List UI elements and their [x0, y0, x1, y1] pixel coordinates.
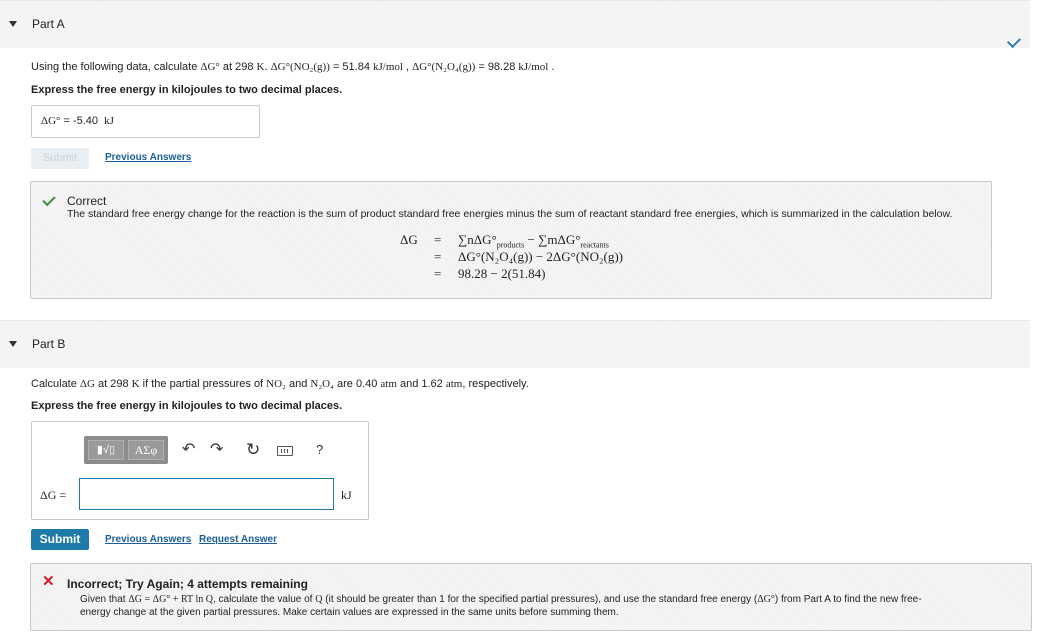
input-label: ΔG =	[40, 488, 67, 502]
delta-g-input[interactable]	[79, 478, 334, 510]
feedback-hint: Given that ΔG = ΔG° + RT ln Q, calculate…	[80, 594, 922, 618]
help-button[interactable]: ?	[316, 440, 323, 460]
collapse-triangle-icon[interactable]	[9, 341, 17, 347]
incorrect-x-icon: ✕	[42, 573, 55, 590]
part-b-feedback-incorrect: ✕ Incorrect; Try Again; 4 attempts remai…	[30, 563, 1032, 631]
toolbar-template-group: ▮√▯ ΑΣφ	[84, 436, 168, 464]
feedback-status: Incorrect; Try Again; 4 attempts remaini…	[67, 577, 308, 591]
math-toolbar: ▮√▯ ΑΣφ ↶ ↷ ↻ ?	[84, 436, 334, 464]
part-a-previous-answers-link[interactable]: Previous Answers	[105, 152, 191, 163]
part-b-question: Calculate ΔG at 298 K if the partial pre…	[31, 378, 529, 390]
reset-icon[interactable]: ↻	[246, 440, 260, 460]
part-b-submit-button[interactable]: Submit	[31, 529, 89, 550]
collapse-triangle-icon[interactable]	[9, 21, 17, 27]
undo-icon[interactable]: ↶	[182, 440, 195, 460]
math-input-panel: ▮√▯ ΑΣφ ↶ ↷ ↻ ? ΔG = kJ	[31, 421, 369, 520]
part-b-title: Part B	[32, 337, 66, 351]
part-b-header[interactable]: Part B	[0, 320, 1030, 368]
part-a-title: Part A	[32, 17, 65, 31]
part-a-question: Using the following data, calculate ΔG° …	[31, 61, 555, 73]
greek-symbols-button[interactable]: ΑΣφ	[128, 440, 164, 460]
input-unit: kJ	[341, 488, 352, 502]
completed-check-icon	[1006, 33, 1022, 49]
part-b-previous-answers-link[interactable]: Previous Answers	[105, 534, 191, 545]
part-a-instruction: Express the free energy in kilojoules to…	[31, 84, 343, 96]
redo-icon[interactable]: ↷	[210, 440, 223, 460]
feedback-status: Correct	[67, 194, 107, 208]
request-answer-link[interactable]: Request Answer	[199, 534, 277, 545]
feedback-explanation: The standard free energy change for the …	[67, 208, 953, 220]
part-a-answer-display: ΔG° = -5.40 kJ	[31, 105, 260, 138]
correct-check-icon	[42, 192, 56, 207]
part-b-instruction: Express the free energy in kilojoules to…	[31, 400, 343, 412]
part-a-header[interactable]: Part A	[0, 0, 1030, 49]
templates-button[interactable]: ▮√▯	[88, 440, 124, 460]
part-a-submit-button[interactable]: Submit	[31, 148, 89, 169]
keyboard-icon[interactable]	[277, 446, 293, 456]
